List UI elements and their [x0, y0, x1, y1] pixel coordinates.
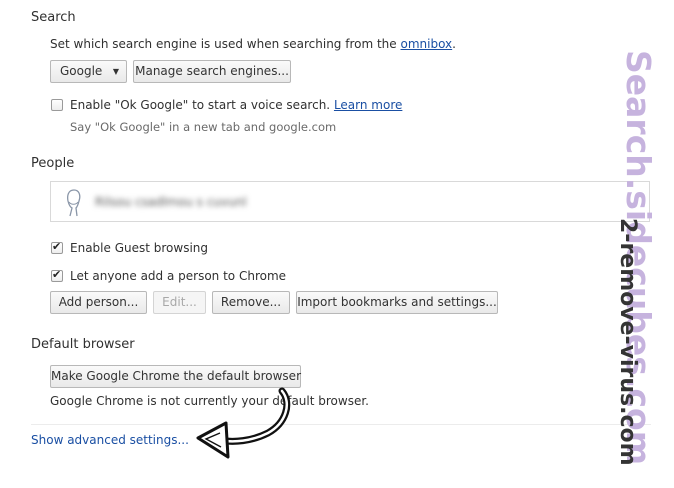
search-engine-value: Google [60, 64, 103, 78]
profile-name: Rilsou csadlmou s cuvunl [95, 195, 247, 209]
guest-browsing-checkbox[interactable]: ✔ [51, 240, 63, 254]
ok-google-hint: Say "Ok Google" in a new tab and google.… [70, 120, 337, 134]
show-advanced-settings-link[interactable]: Show advanced settings... [31, 433, 189, 447]
profile-list[interactable]: Rilsou csadlmou s cuvunl [50, 181, 650, 222]
avatar-icon [67, 189, 81, 217]
manage-search-engines-button[interactable]: Manage search engines... [133, 60, 291, 83]
ok-google-label-text: Enable "Ok Google" to start a voice sear… [70, 98, 331, 112]
guest-browsing-label: Enable Guest browsing [70, 241, 208, 255]
learn-more-link[interactable]: Learn more [334, 98, 402, 112]
add-person-checkbox[interactable]: ✔ [51, 268, 63, 282]
dropdown-arrow-icon: ▼ [112, 67, 119, 76]
ok-google-checkbox[interactable] [51, 99, 63, 111]
checkmark-icon: ✔ [52, 240, 62, 253]
search-description: Set which search engine is used when sea… [50, 37, 456, 51]
import-bookmarks-button[interactable]: Import bookmarks and settings... [296, 291, 498, 314]
edit-person-button[interactable]: Edit... [153, 291, 206, 314]
search-description-text: Set which search engine is used when sea… [50, 37, 397, 51]
ok-google-label: Enable "Ok Google" to start a voice sear… [70, 98, 402, 112]
add-person-button[interactable]: Add person... [50, 291, 147, 314]
arrow-annotation-icon [196, 387, 291, 459]
people-heading: People [31, 156, 75, 171]
search-heading: Search [31, 10, 76, 25]
watermark-secondary: 2-remove-virus.com [615, 218, 640, 466]
search-engine-dropdown[interactable]: Google ▼ [50, 60, 127, 83]
search-description-suffix: . [452, 37, 456, 51]
omnibox-link[interactable]: omnibox [401, 37, 453, 51]
remove-person-button[interactable]: Remove... [212, 291, 290, 314]
add-person-label: Let anyone add a person to Chrome [70, 269, 287, 283]
divider [31, 424, 651, 425]
default-browser-heading: Default browser [31, 337, 135, 352]
checkmark-icon: ✔ [52, 268, 62, 281]
